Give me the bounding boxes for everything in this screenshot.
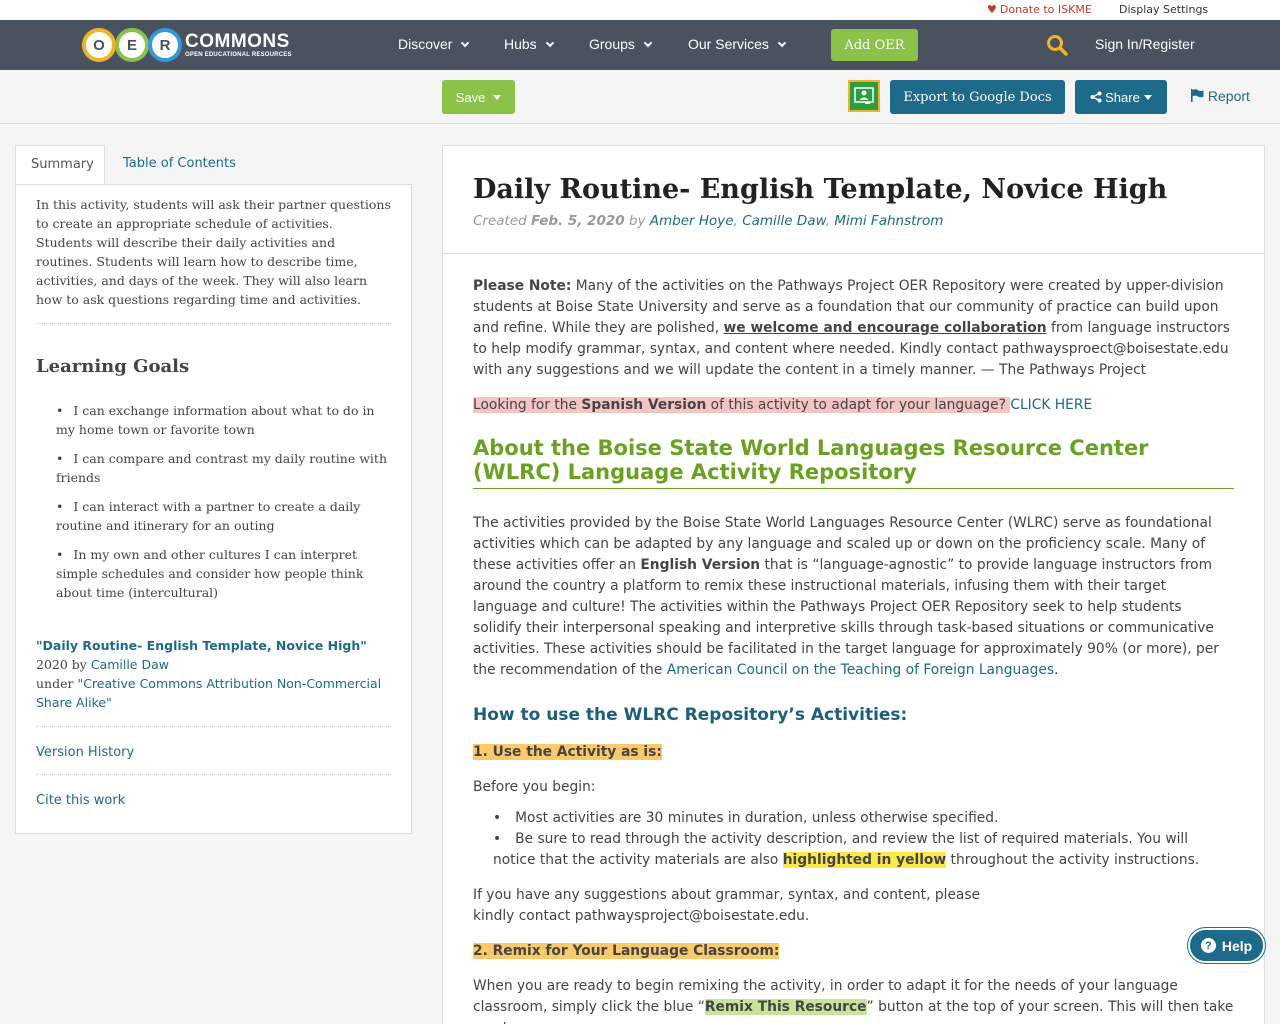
question-icon: ? [1200,938,1216,953]
about-paragraph: The activities provided by the Boise Sta… [473,515,1219,678]
tab-summary[interactable]: Summary [15,145,105,184]
caret-down-icon [1143,94,1152,100]
author-link[interactable]: Mimi Fahnstrom [834,213,943,229]
export-to-google-docs-button[interactable]: Export to Google Docs [890,80,1065,114]
learning-goal-item: I can compare and contrast my daily rout… [56,449,391,487]
attribution-block: "Daily Routine- English Template, Novice… [36,636,391,727]
sidebar-tabs: Summary Table of Contents [15,145,412,184]
before-you-begin: Before you begin: [473,779,596,795]
nav-groups[interactable]: Groups [589,36,653,52]
cite-this-work-link[interactable]: Cite this work [36,775,391,822]
search-icon[interactable] [1046,34,1068,56]
report-link[interactable]: Report [1190,88,1250,104]
before-list: Most activities are 30 minutes in durati… [493,808,1234,871]
display-settings-link[interactable]: Display Settings [1119,3,1208,16]
flag-icon [1191,89,1204,102]
learning-goal-item: I can exchange information about what to… [56,401,391,439]
note-paragraph: Please Note: Many of the activities on t… [473,278,1230,378]
tab-table-of-contents[interactable]: Table of Contents [108,145,251,184]
about-heading: About the Boise State World Languages Re… [473,436,1234,489]
version-history-link[interactable]: Version History [36,727,391,775]
main-nav: O E R COMMONS OPEN EDUCATIONAL RESOURCES… [0,20,1280,70]
resource-toolbar: Save Export to Google Docs Share Report [0,70,1280,124]
attribution-author-link[interactable]: Camille Daw [91,657,169,672]
share-button[interactable]: Share [1075,80,1167,114]
list-item: Most activities are 30 minutes in durati… [493,808,1234,829]
chevron-down-icon [777,38,787,48]
list-item: Be sure to read through the activity des… [493,829,1234,871]
nav-our-services[interactable]: Our Services [688,36,787,52]
remix-paragraph: When you are ready to begin remixing the… [473,978,1234,1024]
nav-discover[interactable]: Discover [398,36,470,52]
donate-link[interactable]: ♥ Donate to ISKME [987,3,1092,16]
how-to-heading: How to use the WLRC Repository’s Activit… [473,705,908,725]
sign-in-register-link[interactable]: Sign In/Register [1095,36,1195,52]
caret-down-icon [493,94,502,100]
summary-text: In this activity, students will ask thei… [36,195,391,324]
actfl-link[interactable]: American Council on the Teaching of Fore… [667,662,1054,678]
learning-goal-item: I can interact with a partner to create … [56,497,391,535]
logo-letter-r: R [148,28,182,62]
resource-body: Please Note: Many of the activities on t… [443,254,1264,1024]
author-link[interactable]: Amber Hoye [650,213,734,229]
share-icon [1090,91,1102,103]
spanish-version-paragraph: Looking for the Spanish Version of this … [473,397,1093,413]
logo-text: COMMONS OPEN EDUCATIONAL RESOURCES [185,32,292,58]
step-2-heading: 2. Remix for Your Language Classroom: [473,943,780,959]
logo-tagline: OPEN EDUCATIONAL RESOURCES [185,52,292,58]
classroom-person-icon [854,87,874,104]
learning-goal-item: In my own and other cultures I can inter… [56,545,391,602]
logo-letter-e: E [115,28,149,62]
author-link[interactable]: Camille Daw [742,213,826,229]
created-date: Feb. 5, 2020 [531,213,625,229]
add-oer-button[interactable]: Add OER [831,29,918,61]
oer-commons-logo[interactable]: O E R COMMONS OPEN EDUCATIONAL RESOURCES [82,26,292,64]
suggestions-paragraph: If you have any suggestions about gramma… [473,887,981,924]
heart-icon: ♥ [987,3,997,16]
learning-goals-heading: Learning Goals [36,356,190,377]
chevron-down-icon [545,38,554,48]
google-classroom-icon[interactable] [848,80,880,112]
utility-bar: ♥ Donate to ISKME Display Settings [0,0,1280,20]
chevron-down-icon [643,38,653,48]
click-here-link[interactable]: CLICK HERE [1010,397,1092,413]
page-title: Daily Routine- English Template, Novice … [473,174,1168,205]
help-button[interactable]: ? Help [1188,928,1265,963]
resource-sidebar: Summary Table of Contents In this activi… [15,145,412,834]
summary-panel: In this activity, students will ask thei… [15,184,412,834]
resource-content: Daily Routine- English Template, Novice … [442,145,1265,1024]
attribution-title-link[interactable]: "Daily Routine- English Template, Novice… [36,638,367,653]
resource-header: Daily Routine- English Template, Novice … [443,146,1264,254]
save-button[interactable]: Save [442,80,515,114]
logo-name: COMMONS [185,31,290,52]
nav-hubs[interactable]: Hubs [504,36,554,52]
chevron-down-icon [461,38,470,48]
learning-goals-list: I can exchange information about what to… [36,401,391,602]
step-1-heading: 1. Use the Activity as is: [473,744,662,760]
license-link[interactable]: "Creative Commons Attribution Non-Commer… [36,676,381,710]
logo-letter-o: O [82,28,116,62]
resource-meta: Created Feb. 5, 2020 by Amber Hoye, Cami… [473,213,944,229]
